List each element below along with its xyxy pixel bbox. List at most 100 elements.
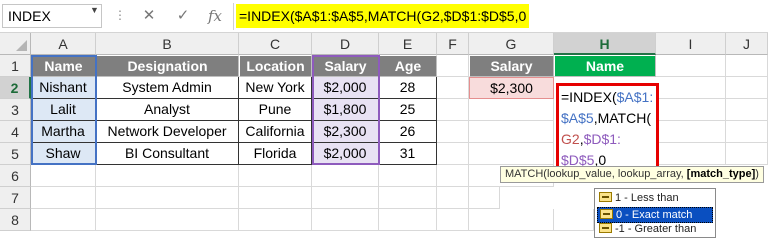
cell[interactable]: [312, 165, 379, 187]
cell[interactable]: [656, 77, 726, 99]
row-header-4[interactable]: 4: [0, 121, 31, 143]
column-header-f[interactable]: F: [437, 33, 469, 55]
cell[interactable]: [469, 99, 554, 121]
table-cell-location[interactable]: California: [239, 121, 312, 143]
column-header-c[interactable]: C: [239, 33, 312, 55]
table-header-age[interactable]: Age: [379, 55, 437, 77]
cell[interactable]: [437, 121, 469, 143]
cell[interactable]: [469, 209, 554, 231]
cell[interactable]: [437, 209, 469, 231]
cell[interactable]: [469, 143, 554, 165]
table-cell-name[interactable]: Nishant: [31, 77, 96, 99]
table-cell-location[interactable]: Pune: [239, 99, 312, 121]
lookup-header-name[interactable]: Name: [554, 55, 656, 77]
table-cell-designation[interactable]: Network Developer: [96, 121, 239, 143]
column-header-i[interactable]: I: [656, 33, 726, 55]
cell[interactable]: [379, 209, 437, 231]
row-header-8[interactable]: 8: [0, 209, 31, 231]
cell[interactable]: [31, 209, 96, 231]
editor-ref-g2: G2: [561, 131, 580, 147]
cell[interactable]: [726, 55, 768, 77]
cell[interactable]: [726, 77, 768, 99]
table-cell-location[interactable]: New York: [239, 77, 312, 99]
cell[interactable]: [239, 209, 312, 231]
cell[interactable]: [469, 187, 500, 209]
close-icon[interactable]: ✕: [138, 5, 160, 27]
cell[interactable]: [96, 187, 239, 209]
cell[interactable]: [96, 165, 239, 187]
table-header-location[interactable]: Location: [239, 55, 312, 77]
tooltip-text: ): [755, 168, 759, 180]
row-header-1[interactable]: 1: [0, 55, 31, 77]
cell[interactable]: [554, 209, 594, 231]
column-header-h[interactable]: H: [554, 33, 656, 55]
cell[interactable]: [726, 121, 768, 143]
table-cell-salary[interactable]: $2,000: [312, 143, 379, 165]
row-header-7[interactable]: 7: [0, 187, 31, 209]
cell[interactable]: [437, 143, 469, 165]
cell[interactable]: [31, 165, 96, 187]
column-header-e[interactable]: E: [379, 33, 437, 55]
row-header-5[interactable]: 5: [0, 143, 31, 165]
cell[interactable]: [96, 209, 239, 231]
row-header-3[interactable]: 3: [0, 99, 31, 121]
cell[interactable]: [437, 77, 469, 99]
table-cell-age[interactable]: 28: [379, 77, 437, 99]
column-header-g[interactable]: G: [469, 33, 554, 55]
tooltip-active-arg[interactable]: [match_type]: [687, 168, 755, 180]
active-cell-editor[interactable]: =INDEX($A$1: $A$5,MATCH( G2,$D$1: $D$5,0: [556, 83, 659, 171]
fx-icon[interactable]: fx: [204, 5, 226, 27]
cell[interactable]: [437, 165, 469, 187]
table-cell-age[interactable]: 31: [379, 143, 437, 165]
row-header-2[interactable]: 2: [0, 77, 31, 99]
cell[interactable]: [379, 165, 437, 187]
dropdown-item-less-than[interactable]: 1 - Less than: [597, 191, 713, 207]
column-header-j[interactable]: J: [726, 33, 768, 55]
drag-handle-icon[interactable]: ⋮: [114, 8, 126, 22]
cell[interactable]: [726, 99, 768, 121]
column-header-b[interactable]: B: [96, 33, 239, 55]
row-header-6[interactable]: 6: [0, 165, 31, 187]
table-cell-designation[interactable]: System Admin: [96, 77, 239, 99]
table-header-salary[interactable]: Salary: [312, 55, 379, 77]
table-cell-designation[interactable]: BI Consultant: [96, 143, 239, 165]
cell[interactable]: [437, 55, 469, 77]
table-cell-salary[interactable]: $2,000: [312, 77, 379, 99]
cell[interactable]: [239, 165, 312, 187]
cell[interactable]: [656, 143, 726, 165]
cell[interactable]: [437, 187, 469, 209]
cell[interactable]: [437, 99, 469, 121]
cell[interactable]: [726, 143, 768, 165]
cell[interactable]: [31, 187, 96, 209]
table-cell-salary[interactable]: $1,800: [312, 99, 379, 121]
lookup-header-salary[interactable]: Salary: [469, 55, 554, 77]
table-cell-location[interactable]: Florida: [239, 143, 312, 165]
table-cell-name[interactable]: Lalit: [31, 99, 96, 121]
cell[interactable]: [656, 99, 726, 121]
table-cell-age[interactable]: 26: [379, 121, 437, 143]
lookup-salary-value[interactable]: $2,300: [469, 77, 554, 99]
cell[interactable]: [379, 187, 437, 209]
column-header-a[interactable]: A: [31, 33, 96, 55]
cell[interactable]: [239, 187, 312, 209]
dropdown-item-exact-match[interactable]: 0 - Exact match: [597, 207, 713, 223]
cell[interactable]: [656, 55, 726, 77]
table-cell-age[interactable]: 25: [379, 99, 437, 121]
table-header-designation[interactable]: Designation: [96, 55, 239, 77]
cell[interactable]: [656, 121, 726, 143]
table-cell-name[interactable]: Shaw: [31, 143, 96, 165]
table-header-name[interactable]: Name: [31, 55, 96, 77]
table-cell-name[interactable]: Martha: [31, 121, 96, 143]
column-header-d[interactable]: D: [312, 33, 379, 55]
cell[interactable]: [469, 121, 554, 143]
check-icon[interactable]: ✓: [172, 5, 194, 27]
select-all-button[interactable]: [0, 33, 31, 55]
table-cell-designation[interactable]: Analyst: [96, 99, 239, 121]
table-cell-salary[interactable]: $2,300: [312, 121, 379, 143]
dropdown-item-greater-than[interactable]: -1 - Greater than: [597, 222, 713, 238]
cell[interactable]: [312, 209, 379, 231]
formula-text[interactable]: =INDEX($A$1:$A$5,MATCH(G2,$D$1:$D$5,0: [236, 4, 530, 28]
name-box[interactable]: INDEX: [2, 4, 102, 28]
cell[interactable]: [312, 187, 379, 209]
name-box-dropdown-icon[interactable]: ▼: [90, 5, 99, 15]
